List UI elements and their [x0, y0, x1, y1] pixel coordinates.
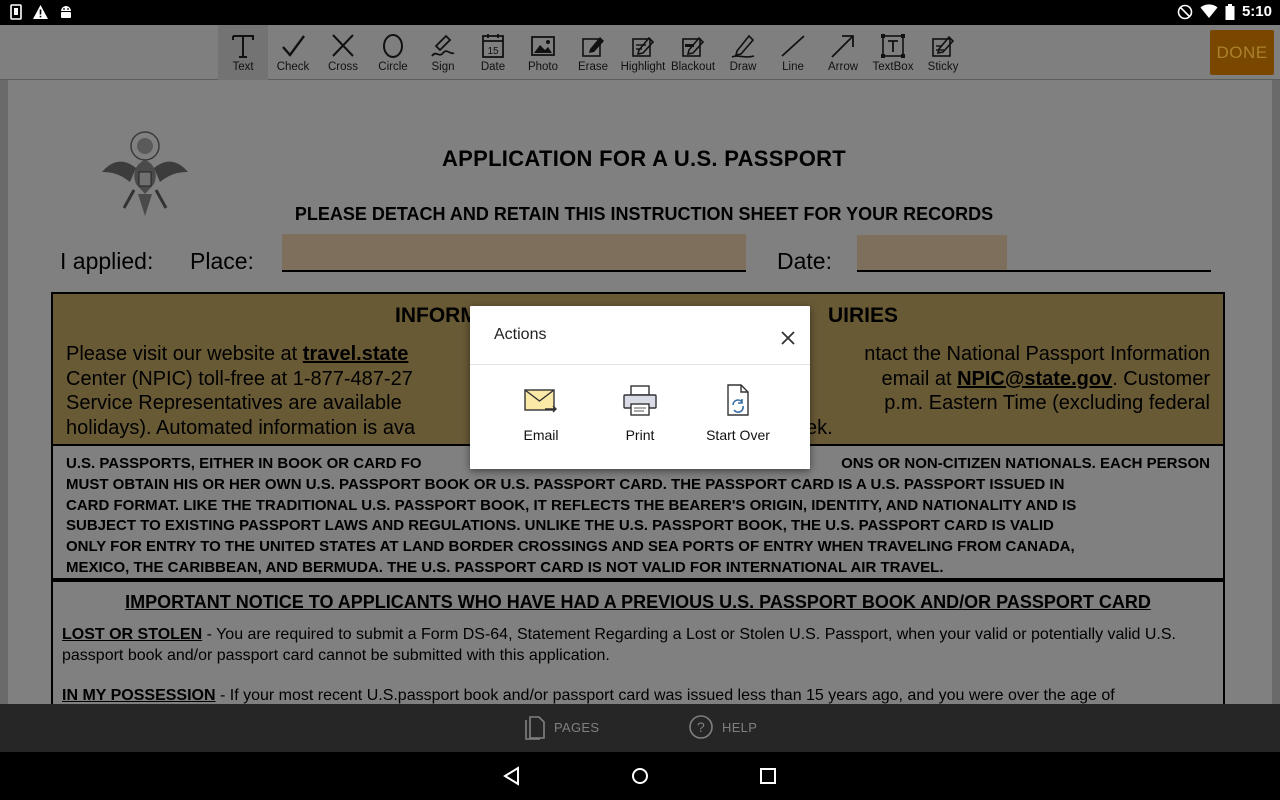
- sticky-icon: [932, 35, 955, 57]
- help-icon: ?: [689, 715, 713, 739]
- possession-text: - If your most recent U.S.passport book …: [215, 687, 1115, 704]
- svg-text:?: ?: [697, 719, 705, 735]
- website-link[interactable]: travel.state: [303, 343, 409, 365]
- cross-icon: [332, 34, 354, 57]
- notice-heading: IMPORTANT NOTICE TO APPLICANTS WHO HAVE …: [125, 592, 1151, 612]
- pages-button[interactable]: PAGES: [524, 714, 599, 740]
- annotation-toolbar: Text Check Cross Circle Sign 15 Date Pho…: [0, 25, 1280, 80]
- info-text: ek.: [806, 416, 833, 439]
- draw-icon: [731, 34, 755, 58]
- document-subtitle: PLEASE DETACH AND RETAIN THIS INSTRUCTIO…: [294, 204, 994, 224]
- passport-text: SUBJECT TO EXISTING PASSPORT LAWS AND RE…: [66, 517, 1054, 535]
- pages-label: PAGES: [554, 719, 600, 735]
- navigation-bar: [0, 752, 1280, 800]
- sim-card-icon: [10, 4, 22, 20]
- sign-icon: [431, 34, 455, 57]
- status-bar: 5:10: [0, 0, 1280, 25]
- info-heading-right: UIRIES: [828, 304, 899, 327]
- place-field[interactable]: [282, 234, 746, 270]
- done-button[interactable]: DONE: [1210, 30, 1274, 75]
- home-icon[interactable]: [628, 764, 652, 788]
- photo-icon: [531, 36, 555, 56]
- circle-icon: [383, 34, 403, 58]
- date-field[interactable]: [857, 235, 1007, 271]
- print-label: Print: [625, 427, 655, 443]
- android-icon: [61, 6, 71, 18]
- applied-label: I applied:: [60, 248, 154, 274]
- calendar-icon: 15: [482, 34, 504, 58]
- info-text: . Customer: [1112, 367, 1210, 390]
- dialog-divider: [470, 364, 810, 365]
- check-icon: [282, 35, 305, 57]
- passport-text: ONLY FOR ENTRY TO THE UNITED STATES AT L…: [66, 538, 1075, 556]
- email-action[interactable]: Email: [496, 384, 586, 443]
- passport-text: U.S. PASSPORTS, EITHER IN BOOK OR CARD F…: [66, 455, 422, 472]
- textbox-icon: [881, 34, 905, 58]
- text-icon: [232, 35, 254, 58]
- lost-heading: LOST OR STOLEN: [62, 626, 203, 643]
- passport-card-text: U.S. PASSPORTS, EITHER IN BOOK OR CARD F…: [66, 454, 1210, 579]
- info-text: email at: [881, 367, 958, 390]
- help-button[interactable]: ? HELP: [688, 714, 757, 740]
- date-label: Date:: [777, 248, 832, 274]
- info-heading-left: INFORM: [395, 304, 478, 327]
- place-underline: [282, 270, 746, 272]
- possession-heading: IN MY POSSESSION: [62, 687, 216, 704]
- start-over-icon: [727, 384, 749, 416]
- info-text: ntact the National Passport Information: [864, 343, 1210, 365]
- info-text: Center (NPIC) toll-free at 1-877-487-27: [66, 367, 413, 390]
- blackout-icon: [682, 36, 705, 57]
- recents-icon[interactable]: [756, 764, 780, 788]
- info-text: Please visit our website at: [66, 343, 303, 365]
- passport-text: CARD FORMAT. LIKE THE TRADITIONAL U.S. P…: [66, 496, 1077, 514]
- highlight-icon: [632, 36, 655, 57]
- email-icon: [524, 389, 557, 413]
- place-label: Place:: [190, 248, 254, 274]
- info-text: holidays). Automated information is ava: [66, 416, 416, 439]
- document-title: APPLICATION FOR A U.S. PASSPORT: [441, 146, 847, 171]
- actions-dialog: Actions Email Print Start Over: [470, 306, 810, 469]
- start-over-action[interactable]: Start Over: [693, 384, 783, 443]
- email-link[interactable]: NPIC@state.gov: [957, 368, 1112, 390]
- battery-icon: [1225, 3, 1235, 20]
- close-icon[interactable]: [776, 326, 800, 350]
- pages-icon: [525, 716, 545, 740]
- info-text: Service Representatives are available: [66, 392, 402, 414]
- do-not-disturb-icon: [1177, 4, 1193, 19]
- printer-icon: [623, 385, 657, 416]
- wifi-icon: [1200, 4, 1218, 18]
- print-action[interactable]: Print: [595, 384, 685, 443]
- dialog-title: Actions: [494, 326, 547, 343]
- bottom-bar: PAGES ? HELP: [0, 704, 1280, 752]
- clock: 5:10: [1241, 3, 1272, 20]
- important-notice-box: IMPORTANT NOTICE TO APPLICANTS WHO HAVE …: [51, 580, 1225, 704]
- tool-label: Sticky: [927, 61, 959, 73]
- passport-text: MUST OBTAIN HIS OR HER OWN U.S. PASSPORT…: [66, 475, 1065, 493]
- email-label: Email: [523, 427, 559, 443]
- info-text: p.m. Eastern Time (excluding federal: [884, 392, 1210, 414]
- warning-icon: [33, 5, 48, 19]
- erase-icon: [582, 37, 604, 57]
- start-over-label: Start Over: [706, 427, 770, 443]
- passport-text: ONS OR NON-CITIZEN NATIONALS. EACH PERSO…: [841, 455, 1210, 472]
- calendar-day: 15: [487, 46, 499, 57]
- lost-text: - You are required to submit a Form DS-6…: [62, 626, 1176, 664]
- passport-text: MEXICO, THE CARIBBEAN, AND BERMUDA. THE …: [66, 558, 944, 576]
- arrow-icon: [831, 35, 854, 58]
- back-icon[interactable]: [500, 764, 524, 788]
- date-underline: [857, 270, 1211, 272]
- possession-paragraph: IN MY POSSESSION - If your most recent U…: [62, 685, 1214, 704]
- lost-or-stolen-paragraph: LOST OR STOLEN - You are required to sub…: [62, 624, 1214, 666]
- tool-sticky[interactable]: Sticky: [918, 25, 968, 80]
- line-icon: [781, 35, 805, 57]
- help-label: HELP: [722, 719, 758, 735]
